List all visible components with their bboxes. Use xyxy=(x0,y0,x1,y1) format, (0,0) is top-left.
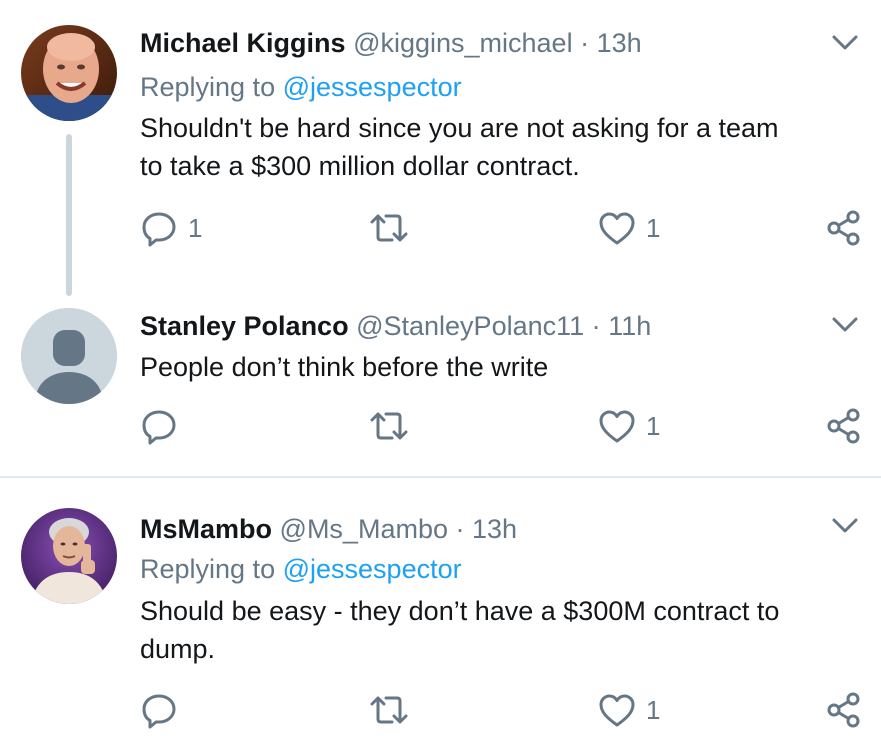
replying-to-label: Replying to xyxy=(140,554,276,584)
chevron-down-icon[interactable] xyxy=(830,33,860,53)
reply-feed: Michael Kiggins @kiggins_michael · 13h R… xyxy=(0,0,881,750)
tweet-header: Stanley Polanco @StanleyPolanc11 · 11h xyxy=(140,309,651,343)
mention-link[interactable]: @jessespector xyxy=(283,72,462,102)
like-button[interactable]: 1 xyxy=(598,208,660,248)
tweet-header: Michael Kiggins @kiggins_michael · 13h xyxy=(140,26,642,60)
separator-dot: · xyxy=(580,28,590,58)
display-name[interactable]: Michael Kiggins xyxy=(140,28,346,58)
reply-icon xyxy=(142,694,176,729)
tweet-text-line: Should be easy - they don’t have a $300M… xyxy=(140,596,780,626)
share-icon xyxy=(827,210,860,246)
tweet[interactable]: Stanley Polanco @StanleyPolanc11 · 11h P… xyxy=(0,300,881,476)
tweet-text-line: dump. xyxy=(140,634,216,664)
avatar-photo xyxy=(21,25,117,121)
replying-to: Replying to @jessespector xyxy=(140,552,462,586)
tweet-header: MsMambo @Ms_Mambo · 13h xyxy=(140,512,517,546)
user-handle[interactable]: @StanleyPolanc11 xyxy=(356,311,584,341)
reply-button[interactable]: 1 xyxy=(140,208,202,248)
action-bar: 1 1 xyxy=(0,208,881,248)
share-icon xyxy=(827,692,860,728)
separator-dot: · xyxy=(591,311,601,341)
retweet-button[interactable] xyxy=(368,690,410,730)
replying-to-label: Replying to xyxy=(140,72,276,102)
timestamp[interactable]: 11h xyxy=(608,311,651,341)
tweet-text: Shouldn't be hard since you are not aski… xyxy=(140,109,860,185)
timestamp[interactable]: 13h xyxy=(597,28,642,58)
display-name[interactable]: MsMambo xyxy=(140,514,272,544)
reply-count: 1 xyxy=(188,212,203,243)
tweet-text-line: to take a $300 million dollar contract. xyxy=(140,151,580,181)
like-count: 1 xyxy=(646,694,661,725)
reply-button[interactable] xyxy=(140,406,188,446)
chevron-down-icon[interactable] xyxy=(830,315,860,335)
share-button[interactable] xyxy=(826,406,862,446)
replying-to: Replying to @jessespector xyxy=(140,70,462,104)
like-count: 1 xyxy=(646,410,661,441)
chevron-down-icon[interactable] xyxy=(830,516,860,536)
retweet-icon xyxy=(370,214,408,242)
avatar[interactable] xyxy=(21,508,117,604)
mention-link[interactable]: @jessespector xyxy=(283,554,462,584)
display-name[interactable]: Stanley Polanco xyxy=(140,311,349,341)
retweet-icon xyxy=(370,696,408,724)
avatar-photo xyxy=(21,508,117,604)
like-button[interactable]: 1 xyxy=(598,406,660,446)
heart-icon xyxy=(599,410,635,443)
timestamp[interactable]: 13h xyxy=(472,514,517,544)
retweet-button[interactable] xyxy=(368,406,410,446)
user-handle[interactable]: @kiggins_michael xyxy=(353,28,573,58)
user-handle[interactable]: @Ms_Mambo xyxy=(280,514,448,544)
tweet-text: People don’t think before the write xyxy=(140,348,860,386)
tweet-text-line: People don’t think before the write xyxy=(140,352,549,382)
share-button[interactable] xyxy=(826,208,862,248)
tweet[interactable]: MsMambo @Ms_Mambo · 13h Replying to @jes… xyxy=(0,478,881,750)
heart-icon xyxy=(599,694,635,727)
reply-button[interactable] xyxy=(140,690,188,730)
tweet-text: Should be easy - they don’t have a $300M… xyxy=(140,592,860,668)
tweet-text-line: Shouldn't be hard since you are not aski… xyxy=(140,113,779,143)
action-bar: 1 xyxy=(0,690,881,730)
share-button[interactable] xyxy=(826,690,862,730)
tweet[interactable]: Michael Kiggins @kiggins_michael · 13h R… xyxy=(0,0,881,300)
like-count: 1 xyxy=(646,212,661,243)
default-avatar-icon xyxy=(21,308,117,404)
separator-dot: · xyxy=(455,514,465,544)
reply-icon xyxy=(142,212,176,247)
reply-icon xyxy=(142,410,176,445)
avatar[interactable] xyxy=(21,25,117,121)
heart-icon xyxy=(599,212,635,245)
share-icon xyxy=(827,408,860,444)
action-bar: 1 xyxy=(0,406,881,446)
avatar[interactable] xyxy=(21,308,117,404)
retweet-icon xyxy=(370,412,408,440)
retweet-button[interactable] xyxy=(368,208,410,248)
like-button[interactable]: 1 xyxy=(598,690,660,730)
